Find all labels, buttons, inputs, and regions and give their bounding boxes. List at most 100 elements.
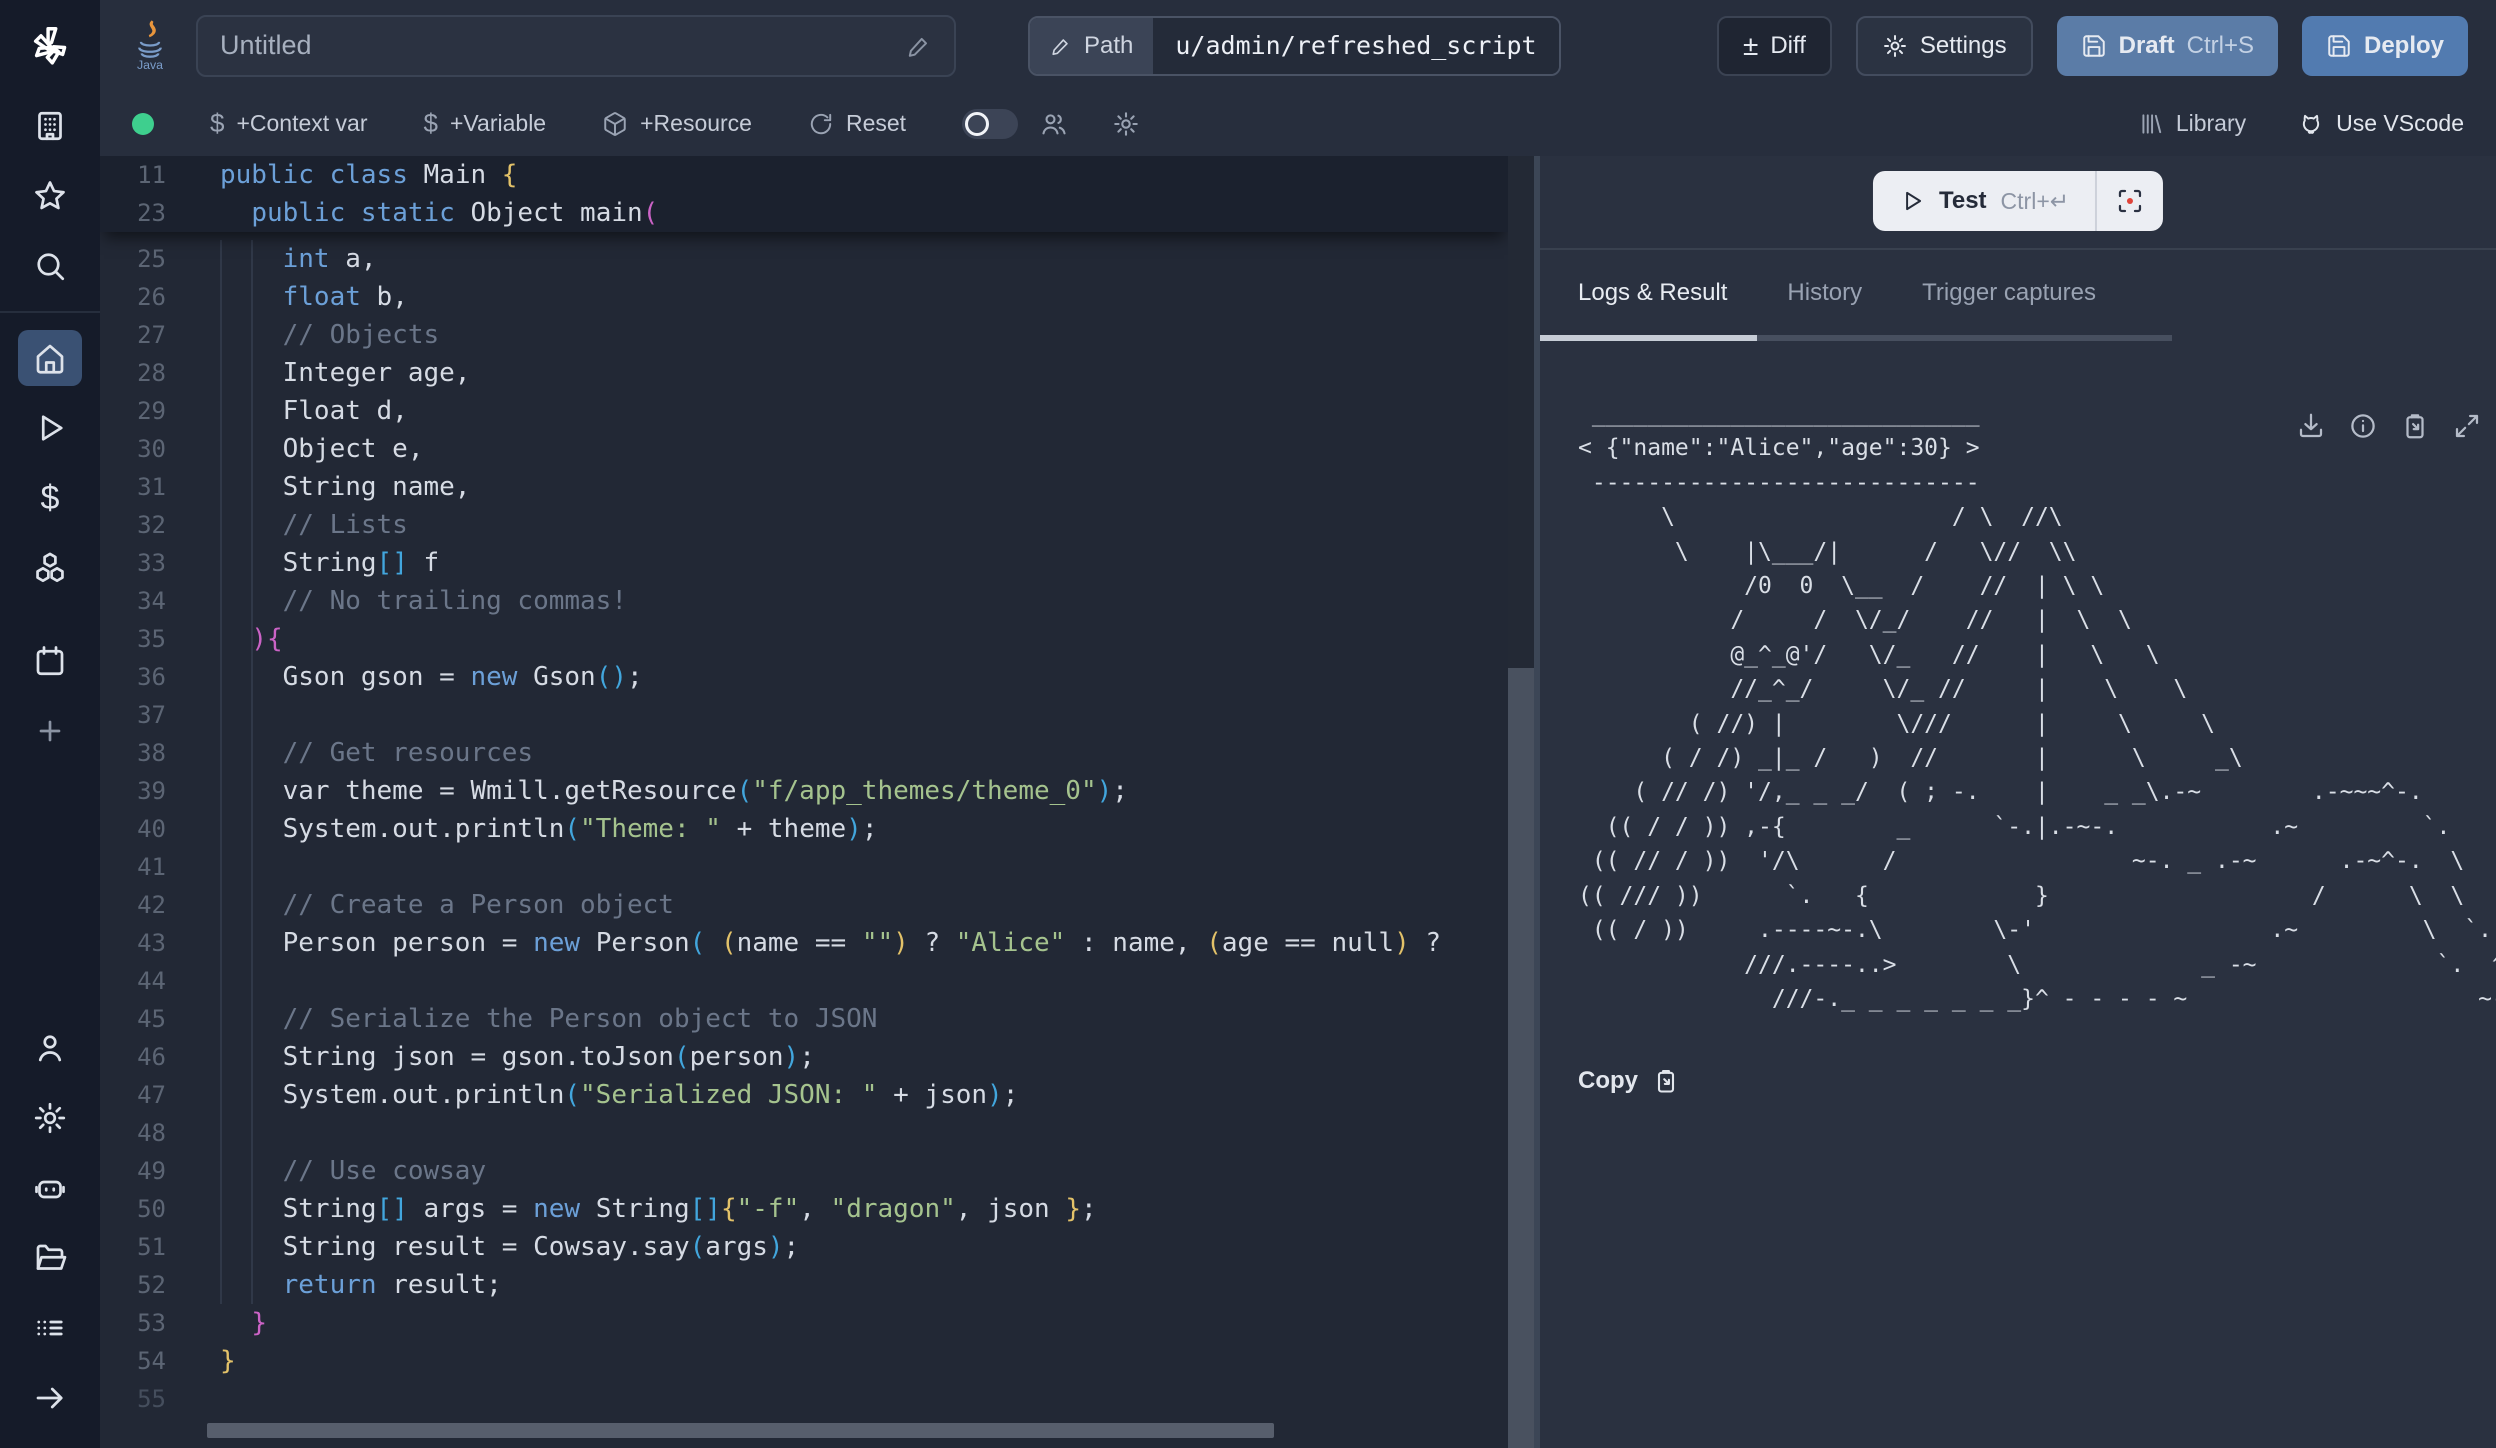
capture-test-button[interactable] <box>2097 171 2163 231</box>
indent-guide <box>220 240 222 1304</box>
code-line[interactable]: 54} <box>100 1342 1508 1380</box>
code-line[interactable]: 53 } <box>100 1304 1508 1342</box>
tab-history[interactable]: History <box>1757 250 1892 341</box>
sidebar-item-resources[interactable] <box>18 540 82 596</box>
panel-resize-handle[interactable] <box>1534 156 1540 1448</box>
use-vscode-button[interactable]: Use VScode <box>2298 110 2464 137</box>
code-line[interactable]: 28 Integer age, <box>100 354 1508 392</box>
code-line[interactable]: 25 int a, <box>100 240 1508 278</box>
code-line[interactable]: 50 String[] args = new String[]{"-f", "d… <box>100 1190 1508 1228</box>
info-icon[interactable] <box>2348 411 2378 441</box>
code-line[interactable]: 27 // Objects <box>100 316 1508 354</box>
download-icon[interactable] <box>2296 411 2326 441</box>
code-line[interactable]: 31 String name, <box>100 468 1508 506</box>
draft-button[interactable]: Draft Ctrl+S <box>2057 16 2278 76</box>
sidebar-item-add[interactable] <box>18 703 82 759</box>
line-number: 48 <box>100 1119 166 1147</box>
code-line[interactable]: 34 // No trailing commas! <box>100 582 1508 620</box>
code-line[interactable]: 42 // Create a Person object <box>100 886 1508 924</box>
result-panel: Test Ctrl+↵ Logs & Result History Trigge… <box>1540 156 2496 1448</box>
output-toolbar <box>2296 411 2482 441</box>
edit-title-pencil-icon[interactable] <box>906 33 932 59</box>
code-line[interactable]: 47 System.out.println("Serialized JSON: … <box>100 1076 1508 1114</box>
code-line[interactable]: 36 Gson gson = new Gson(); <box>100 658 1508 696</box>
sidebar-item-runs[interactable] <box>18 400 82 456</box>
script-title-input[interactable]: Untitled <box>196 15 956 77</box>
code-line[interactable]: 37 <box>100 696 1508 734</box>
clipboard-copy-icon[interactable] <box>2400 411 2430 441</box>
assistant-toggle[interactable] <box>962 109 1018 139</box>
sidebar-item-audit-logs[interactable] <box>18 1300 82 1356</box>
add-variable-button[interactable]: $ +Variable <box>424 108 547 139</box>
test-button-group[interactable]: Test Ctrl+↵ <box>1873 171 2163 231</box>
test-button[interactable]: Test Ctrl+↵ <box>1873 187 2095 215</box>
code-line[interactable]: 30 Object e, <box>100 430 1508 468</box>
package-icon <box>602 111 628 137</box>
sidebar-item-workers[interactable] <box>18 1160 82 1216</box>
code-line[interactable]: 32 // Lists <box>100 506 1508 544</box>
code-line[interactable]: 43 Person person = new Person( (name == … <box>100 924 1508 962</box>
sidebar-item-settings[interactable] <box>18 1090 82 1146</box>
code-line[interactable]: 23 public static Object main( <box>100 194 1508 232</box>
code-line[interactable]: 51 String result = Cowsay.say(args); <box>100 1228 1508 1266</box>
sidebar-item-account[interactable] <box>18 1020 82 1076</box>
add-context-var-label: +Context var <box>236 110 367 137</box>
sidebar-collapse-arrow-icon[interactable] <box>18 1370 82 1426</box>
indent-guide <box>251 240 253 1304</box>
code-line[interactable]: 55 <box>100 1380 1508 1418</box>
line-content: // Create a Person object <box>166 890 674 920</box>
sidebar-item-folders[interactable] <box>18 1230 82 1286</box>
line-content: } <box>166 1308 267 1338</box>
line-content: // No trailing commas! <box>166 586 627 616</box>
panel-tabs: Logs & Result History Trigger captures <box>1540 250 2172 341</box>
code-editor[interactable]: 25 int a,26 float b,27 // Objects28 Inte… <box>100 156 1508 1448</box>
code-line[interactable]: 26 float b, <box>100 278 1508 316</box>
code-line[interactable]: 38 // Get resources <box>100 734 1508 772</box>
settings-button[interactable]: Settings <box>1856 16 2033 76</box>
line-number: 35 <box>100 625 166 653</box>
windmill-logo-icon[interactable] <box>0 0 100 91</box>
users-icon[interactable] <box>1040 110 1068 138</box>
expand-icon[interactable] <box>2452 411 2482 441</box>
sidebar-item-workspace[interactable] <box>18 98 82 154</box>
code-line[interactable]: 41 <box>100 848 1508 886</box>
sidebar-item-schedules[interactable] <box>18 633 82 689</box>
path-label-segment: Path <box>1030 18 1153 74</box>
sidebar-divider <box>0 311 100 313</box>
line-number: 34 <box>100 587 166 615</box>
line-number: 45 <box>100 1005 166 1033</box>
code-line[interactable]: 35 ){ <box>100 620 1508 658</box>
tab-logs-result[interactable]: Logs & Result <box>1540 250 1757 341</box>
code-line[interactable]: 45 // Serialize the Person object to JSO… <box>100 1000 1508 1038</box>
deploy-button[interactable]: Deploy <box>2302 16 2468 76</box>
code-line[interactable]: 11public class Main { <box>100 156 1508 194</box>
add-resource-button[interactable]: +Resource <box>602 110 752 137</box>
code-line[interactable]: 39 var theme = Wmill.getResource("f/app_… <box>100 772 1508 810</box>
reset-button[interactable]: Reset <box>808 110 906 137</box>
line-content: // Objects <box>166 320 439 350</box>
code-line[interactable]: 33 String[] f <box>100 544 1508 582</box>
sidebar-item-search[interactable] <box>18 238 82 294</box>
line-content: int a, <box>166 244 377 274</box>
horizontal-scrollbar[interactable] <box>207 1423 1274 1438</box>
sidebar-item-variables[interactable]: $ <box>18 470 82 526</box>
code-line[interactable]: 52 return result; <box>100 1266 1508 1304</box>
vertical-scrollbar-track[interactable] <box>1508 156 1534 1448</box>
copy-button[interactable]: Copy <box>1578 1067 2496 1095</box>
save-icon <box>2081 33 2107 59</box>
code-line[interactable]: 29 Float d, <box>100 392 1508 430</box>
sidebar-item-favorites[interactable] <box>18 168 82 224</box>
code-line[interactable]: 40 System.out.println("Theme: " + theme)… <box>100 810 1508 848</box>
vertical-scrollbar-thumb[interactable] <box>1508 668 1534 1448</box>
sidebar-item-home[interactable] <box>18 330 82 386</box>
code-line[interactable]: 49 // Use cowsay <box>100 1152 1508 1190</box>
gear-icon[interactable] <box>1112 110 1140 138</box>
code-line[interactable]: 44 <box>100 962 1508 1000</box>
tab-trigger-captures[interactable]: Trigger captures <box>1892 250 2126 341</box>
code-line[interactable]: 48 <box>100 1114 1508 1152</box>
library-button[interactable]: Library <box>2138 110 2246 137</box>
diff-button[interactable]: ± Diff <box>1717 16 1832 76</box>
add-context-var-button[interactable]: $ +Context var <box>210 108 368 139</box>
path-button[interactable]: Path u/admin/refreshed_script <box>1028 16 1561 76</box>
code-line[interactable]: 46 String json = gson.toJson(person); <box>100 1038 1508 1076</box>
